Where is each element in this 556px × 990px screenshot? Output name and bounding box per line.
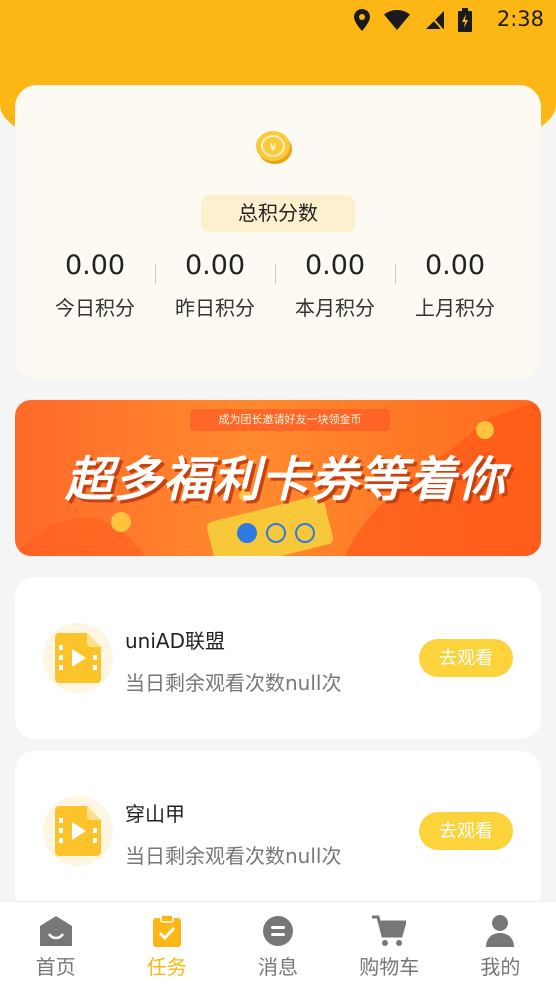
tab-messages[interactable]: 消息: [222, 902, 333, 990]
tab-home[interactable]: 首页: [0, 902, 111, 990]
stat-last-month: 0.00 上月积分: [395, 246, 515, 321]
location-icon: [354, 9, 370, 31]
tab-cart[interactable]: 购物车: [334, 902, 445, 990]
carousel-dot[interactable]: [266, 523, 286, 543]
profile-icon: [486, 915, 515, 947]
coin-icon: ¥: [256, 131, 292, 164]
status-time: 2:38: [496, 7, 544, 31]
task-icon: [152, 915, 181, 947]
stat-yesterday: 0.00 昨日积分: [155, 246, 275, 321]
tab-label: 我的: [480, 955, 521, 979]
battery-icon: [458, 8, 472, 32]
wifi-icon: [384, 10, 410, 30]
stat-label: 上月积分: [415, 296, 495, 320]
home-icon: [39, 916, 72, 946]
cart-icon: [372, 915, 407, 946]
status-bar: 2:38: [0, 0, 556, 40]
watch-button[interactable]: 去观看: [419, 812, 513, 850]
carousel-indicators: [237, 523, 315, 543]
tab-label: 购物车: [359, 955, 420, 979]
task-icon-bg: [43, 623, 113, 693]
watch-button[interactable]: 去观看: [419, 639, 513, 677]
tab-label: 首页: [35, 955, 76, 979]
stat-value: 0.00: [64, 250, 126, 281]
banner-subtitle: 成为团长邀请好友一块领金币: [190, 409, 390, 431]
task-title: 穿山甲: [125, 802, 185, 826]
tab-label: 任务: [146, 955, 187, 979]
task-remaining: 当日剩余观看次数null次: [125, 671, 342, 695]
task-title: uniAD联盟: [125, 629, 225, 653]
stat-label: 本月积分: [295, 296, 375, 320]
carousel-dot[interactable]: [295, 523, 315, 543]
carousel-dot[interactable]: [237, 523, 257, 543]
video-file-icon: [55, 633, 101, 683]
bottom-tab-bar: 首页 任务 消息 购物车 我的: [0, 901, 556, 990]
task-icon-bg: [43, 796, 113, 866]
task-remaining: 当日剩余观看次数null次: [125, 844, 342, 868]
stat-value: 0.00: [424, 250, 486, 281]
tab-label: 消息: [258, 955, 298, 979]
video-file-icon: [55, 806, 101, 856]
banner-headline: 超多福利卡券等着你: [65, 452, 507, 508]
promo-banner[interactable]: 成为团长邀请好友一块领金币 超多福利卡券等着你: [15, 400, 541, 556]
total-points-label: 总积分数: [201, 195, 355, 232]
no-signal-icon: [424, 9, 444, 31]
tab-profile[interactable]: 我的: [445, 902, 556, 990]
message-icon: [263, 916, 293, 946]
stat-this-month: 0.00 本月积分: [275, 246, 395, 321]
stat-label: 昨日积分: [175, 296, 255, 320]
tab-tasks[interactable]: 任务: [111, 902, 222, 990]
task-card-uniad: uniAD联盟 当日剩余观看次数null次 去观看: [15, 577, 541, 739]
stat-today: 0.00 今日积分: [35, 246, 155, 321]
points-stats: 0.00 今日积分 0.00 昨日积分 0.00 本月积分 0.00 上月积分: [35, 246, 515, 321]
svg-text:¥: ¥: [270, 141, 277, 154]
stat-value: 0.00: [304, 250, 366, 281]
task-card-pangle: 穿山甲 当日剩余观看次数null次 去观看: [15, 751, 541, 913]
stat-label: 今日积分: [55, 296, 135, 320]
stat-value: 0.00: [184, 250, 246, 281]
